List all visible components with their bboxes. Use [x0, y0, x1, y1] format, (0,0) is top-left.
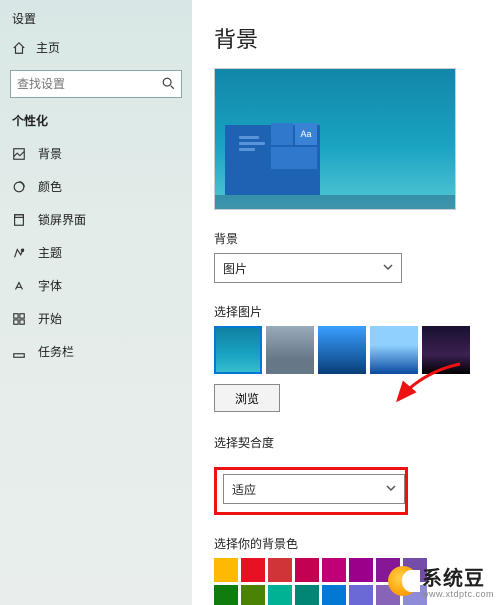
bg-section-label: 背景 [214, 230, 478, 247]
nav-icon [12, 147, 26, 161]
color-swatch[interactable] [295, 585, 319, 605]
nav-item-5[interactable]: 开始 [0, 302, 192, 335]
color-swatch[interactable] [268, 585, 292, 605]
nav-icon [12, 180, 26, 194]
picture-thumb[interactable] [370, 326, 418, 374]
fit-select[interactable]: 适应 [223, 474, 405, 504]
color-swatch[interactable] [241, 585, 265, 605]
watermark-brand: 系统豆 [422, 568, 485, 590]
settings-window: 设置 主页 个性化 背景颜色锁屏界面主题字体开始任务栏 背景 Aa [0, 0, 500, 605]
nav-label: 锁屏界面 [38, 211, 86, 228]
color-swatch[interactable] [268, 558, 292, 582]
color-swatch[interactable] [349, 558, 373, 582]
choose-picture-label: 选择图片 [214, 303, 478, 320]
picture-thumbnails [214, 326, 478, 374]
picture-thumb[interactable] [318, 326, 366, 374]
nav-item-4[interactable]: 字体 [0, 269, 192, 302]
nav-label: 背景 [38, 145, 62, 162]
nav-label: 任务栏 [38, 343, 74, 360]
picture-thumb[interactable] [214, 326, 262, 374]
picture-thumb[interactable] [422, 326, 470, 374]
nav-label: 颜色 [38, 178, 62, 195]
chevron-down-icon [383, 261, 393, 275]
picture-thumb[interactable] [266, 326, 314, 374]
browse-button[interactable]: 浏览 [214, 384, 280, 412]
main-panel: 背景 Aa 背景 图片 选择图片 浏览 选择契合度 适应 [192, 0, 500, 605]
search-icon [161, 76, 175, 90]
nav-item-0[interactable]: 背景 [0, 137, 192, 170]
nav-list: 背景颜色锁屏界面主题字体开始任务栏 [0, 137, 192, 368]
background-preview: Aa [214, 68, 456, 210]
color-swatch[interactable] [322, 585, 346, 605]
nav-item-6[interactable]: 任务栏 [0, 335, 192, 368]
nav-icon [12, 213, 26, 227]
chevron-down-icon [386, 482, 396, 496]
page-title: 背景 [214, 22, 478, 54]
color-swatch[interactable] [349, 585, 373, 605]
app-title: 设置 [0, 0, 192, 33]
color-swatch[interactable] [214, 585, 238, 605]
home-icon [12, 41, 26, 55]
background-type-value: 图片 [223, 260, 247, 277]
nav-icon [12, 246, 26, 260]
home-link[interactable]: 主页 [0, 33, 192, 62]
color-swatch[interactable] [295, 558, 319, 582]
preview-aa-tile: Aa [295, 123, 317, 145]
watermark-logo-icon [388, 566, 418, 596]
color-swatch[interactable] [214, 558, 238, 582]
color-swatch[interactable] [322, 558, 346, 582]
fit-value: 适应 [232, 481, 256, 498]
home-label: 主页 [36, 39, 60, 56]
watermark-url: www.xtdptc.com [422, 589, 494, 599]
section-label: 个性化 [0, 108, 192, 137]
nav-icon [12, 312, 26, 326]
preview-start-panel: Aa [225, 125, 320, 195]
sidebar: 设置 主页 个性化 背景颜色锁屏界面主题字体开始任务栏 [0, 0, 192, 605]
nav-label: 主题 [38, 244, 62, 261]
nav-item-1[interactable]: 颜色 [0, 170, 192, 203]
nav-label: 字体 [38, 277, 62, 294]
fit-label: 选择契合度 [214, 434, 478, 451]
nav-item-3[interactable]: 主题 [0, 236, 192, 269]
search-box[interactable] [10, 70, 182, 98]
nav-icon [12, 279, 26, 293]
watermark: 系统豆 www.xtdptc.com [388, 562, 494, 599]
background-type-select[interactable]: 图片 [214, 253, 402, 283]
fit-highlight-box: 适应 [214, 467, 408, 515]
search-input[interactable] [11, 71, 165, 97]
nav-label: 开始 [38, 310, 62, 327]
nav-item-2[interactable]: 锁屏界面 [0, 203, 192, 236]
color-swatch[interactable] [241, 558, 265, 582]
choose-color-label: 选择你的背景色 [214, 535, 478, 552]
nav-icon [12, 345, 26, 359]
